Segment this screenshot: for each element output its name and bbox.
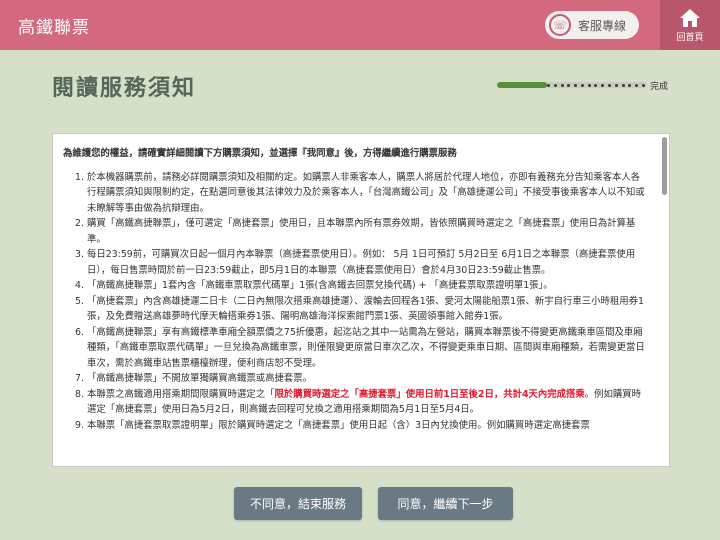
notice-panel[interactable]: 為維護您的權益，請確實詳細閱讀下方購票須知，並選擇『我同意』後，方得繼續進行購票… bbox=[52, 133, 670, 467]
progress-label: 完成 bbox=[650, 82, 669, 92]
list-item: 3. 每日23:59前，可購買次日起一個月內本聯票（高捷套票使用日）。例如： 5月… bbox=[75, 249, 636, 276]
notice-intro: 為維護您的權益，請確實詳細閱讀下方購票須知，並選擇『我同意』後，方得繼續進行購票… bbox=[63, 148, 457, 159]
list-item: 1. 於本機器購票前，請務必詳閱購票須知及相關約定。如購票人非乘客本人，購票人將居… bbox=[75, 171, 645, 214]
customer-service-button[interactable]: ☏ 客服專線 bbox=[545, 11, 639, 39]
progress-bar bbox=[497, 80, 647, 90]
notice-content: 為維護您的權益，請確實詳細閱讀下方購票須知，並選擇『我同意』後，方得繼續進行購票… bbox=[53, 134, 659, 466]
customer-service-label: 客服專線 bbox=[578, 18, 627, 33]
progress-fill bbox=[497, 82, 547, 88]
header-bar: 高鐵聯票 ☏ 客服專線 回首頁 bbox=[0, 0, 720, 50]
list-item: 5. 「高捷套票」內含高雄捷運二日卡（二日內無限次搭乘高雄捷運）、渡輪去回程各1張… bbox=[75, 295, 644, 323]
agree-button[interactable]: 同意，繼續下一步 bbox=[378, 487, 513, 520]
list-item: 8. 本聯票之高鐵適用搭乘期間限購買時選定之「限於購買時選定之「高捷套票」使用日前… bbox=[75, 388, 641, 416]
list-item: 7. 「高鐵高捷聯票」不開放單獨購買高鐵票或高捷套票。 bbox=[75, 373, 313, 384]
list-item: 6. 「高鐵高捷聯票」享有高鐵標準車廂全額票價之75折優惠，起迄站之其中一站需為左… bbox=[75, 326, 645, 369]
app-title: 高鐵聯票 bbox=[18, 18, 90, 38]
list-item: 9. 本聯票「高捷套票取票證明單」限於購買時選定之「高捷套票」使用日起（含）3日內… bbox=[75, 419, 590, 431]
list-item: 2. 購買「高鐵高捷聯票」，僅可選定「高捷套票」使用日，且本聯票內所有票券效期，皆… bbox=[75, 218, 636, 245]
scrollbar[interactable] bbox=[662, 137, 667, 195]
home-icon bbox=[680, 8, 700, 27]
home-label: 回首頁 bbox=[676, 32, 704, 43]
highlight-text: 限於購買時選定之「高捷套票」使用日前1日至後2日，共計4天內完成搭乘 bbox=[274, 388, 585, 400]
phone-icon: ☏ bbox=[549, 14, 571, 36]
home-button[interactable]: 回首頁 bbox=[660, 0, 720, 50]
notice-list: 1. 於本機器購票前，請務必詳閱購票須知及相關約定。如購票人非乘客本人，購票人將居… bbox=[63, 170, 649, 434]
progress-dots bbox=[547, 83, 645, 87]
page-title: 閱讀服務須知 bbox=[52, 76, 197, 101]
disagree-button[interactable]: 不同意，結束服務 bbox=[234, 487, 362, 520]
list-item: 4. 「高鐵高捷聯票」1套內含「高鐵車票取票代碼單」1張(含高鐵去回票兌換代碼) … bbox=[75, 280, 553, 291]
